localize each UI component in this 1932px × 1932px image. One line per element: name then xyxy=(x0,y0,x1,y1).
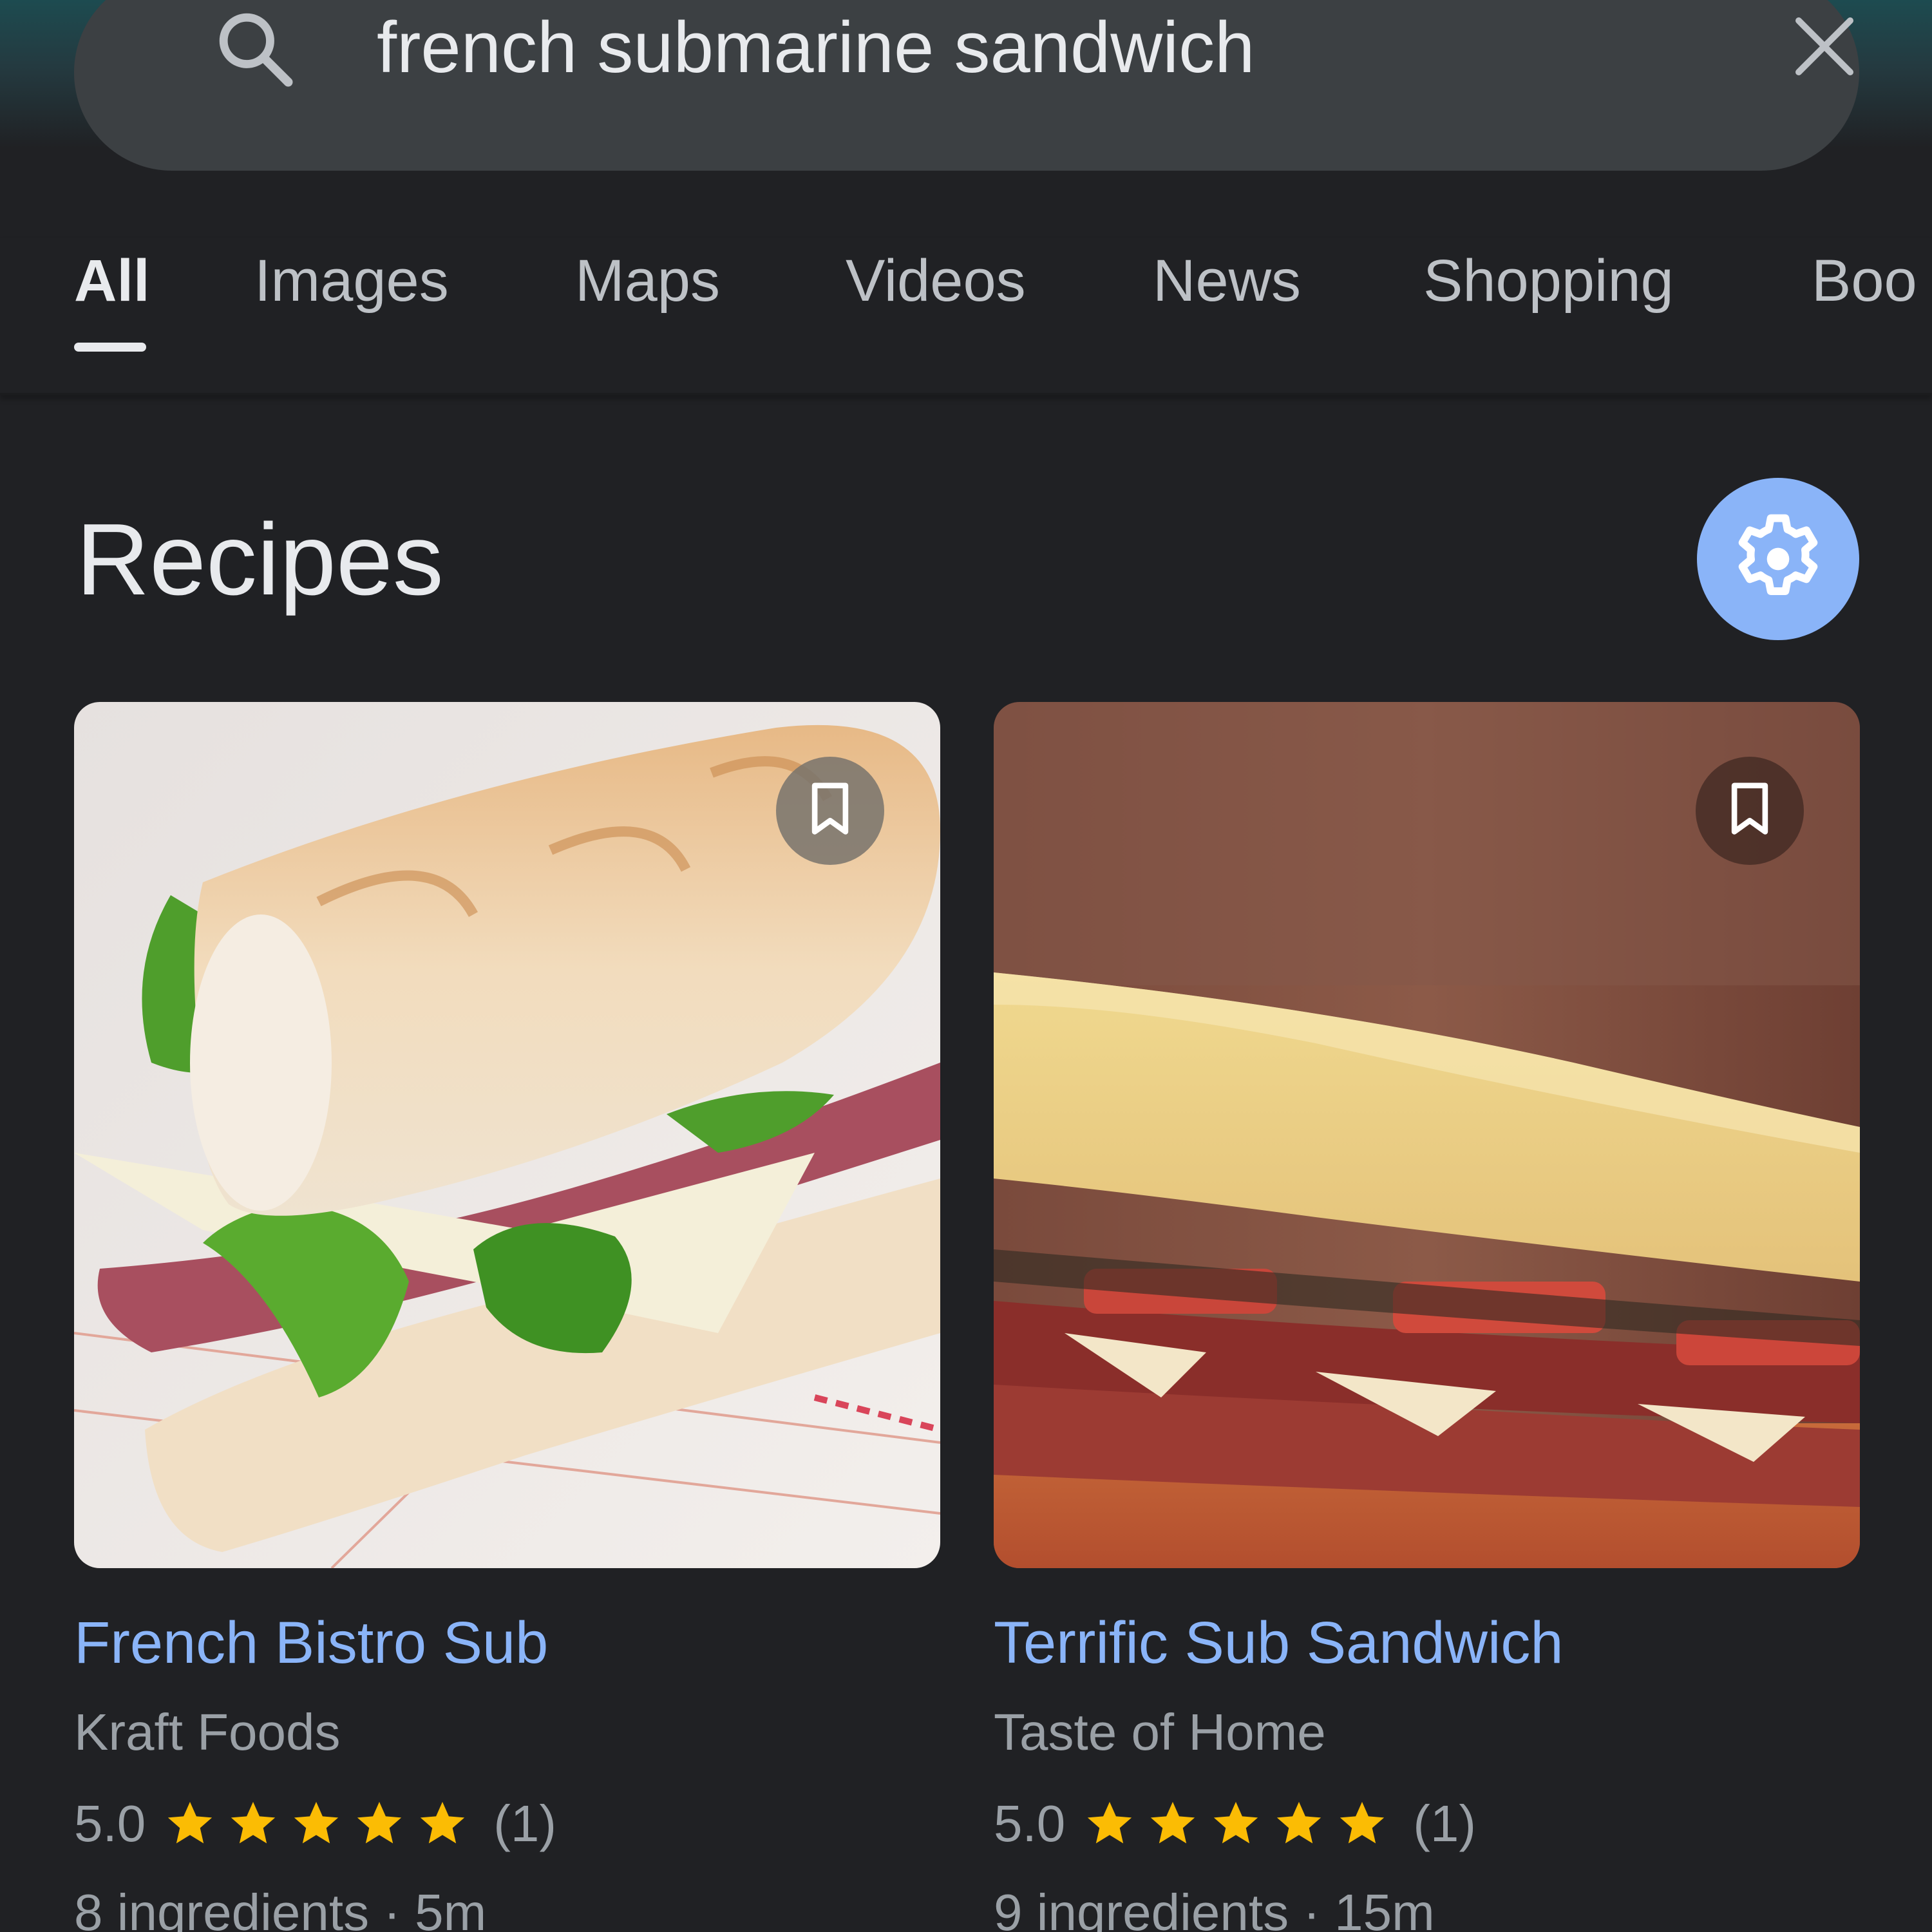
star-icon xyxy=(231,1801,276,1844)
star-icon xyxy=(357,1801,402,1844)
recipe-title[interactable]: Terrific Sub Sandwich xyxy=(994,1613,1564,1672)
bookmark-icon xyxy=(1731,782,1768,835)
tab-videos[interactable]: Videos xyxy=(846,251,1026,310)
recipe-meta: 8 ingredients · 5m xyxy=(74,1884,487,1932)
star-icon xyxy=(294,1801,339,1844)
recipe-card[interactable]: Terrific Sub Sandwich Taste of Home 5.0 … xyxy=(994,702,1860,1932)
tab-news[interactable]: News xyxy=(1153,251,1301,310)
rating-value: 5.0 xyxy=(994,1795,1066,1852)
close-icon[interactable] xyxy=(1786,8,1863,85)
search-tabs: All Images Maps Videos News Shopping Boo xyxy=(0,238,1932,395)
rating-value: 5.0 xyxy=(74,1795,146,1852)
search-icon[interactable] xyxy=(209,3,299,93)
gear-icon xyxy=(1738,514,1818,595)
star-icon xyxy=(168,1801,213,1844)
review-count: (1) xyxy=(493,1795,556,1852)
active-tab-indicator xyxy=(74,343,146,352)
recipe-card[interactable]: French Bistro Sub Kraft Foods 5.0 (1) 8 … xyxy=(74,702,940,1932)
star-rating xyxy=(164,1797,479,1850)
star-icon xyxy=(1214,1801,1258,1844)
star-rating xyxy=(1083,1797,1399,1850)
rating-row: 5.0 (1) xyxy=(74,1795,556,1853)
bookmark-icon xyxy=(811,782,849,835)
star-icon xyxy=(1277,1801,1321,1844)
recipe-source: Taste of Home xyxy=(994,1703,1326,1761)
rating-row: 5.0 (1) xyxy=(994,1795,1476,1853)
settings-button[interactable] xyxy=(1697,478,1859,640)
section-title: Recipes xyxy=(76,503,444,616)
tab-books[interactable]: Boo xyxy=(1812,251,1917,310)
search-bar[interactable]: french submarine sandwich xyxy=(74,0,1859,171)
tab-all[interactable]: All xyxy=(74,251,150,310)
recipe-meta: 9 ingredients · 15m xyxy=(994,1884,1435,1932)
review-count: (1) xyxy=(1413,1795,1476,1852)
star-icon xyxy=(1151,1801,1195,1844)
recipe-title[interactable]: French Bistro Sub xyxy=(74,1613,548,1672)
tab-maps[interactable]: Maps xyxy=(575,251,720,310)
bookmark-button[interactable] xyxy=(1696,757,1804,865)
recipe-source: Kraft Foods xyxy=(74,1703,341,1761)
bookmark-button[interactable] xyxy=(776,757,884,865)
tab-shopping[interactable]: Shopping xyxy=(1423,251,1674,310)
star-icon xyxy=(1340,1801,1385,1844)
star-icon xyxy=(1088,1801,1132,1844)
search-input[interactable]: french submarine sandwich xyxy=(377,12,1255,84)
search-results-page: french submarine sandwich All Images Map… xyxy=(0,0,1932,1932)
tab-images[interactable]: Images xyxy=(254,251,449,310)
star-icon xyxy=(421,1801,465,1844)
